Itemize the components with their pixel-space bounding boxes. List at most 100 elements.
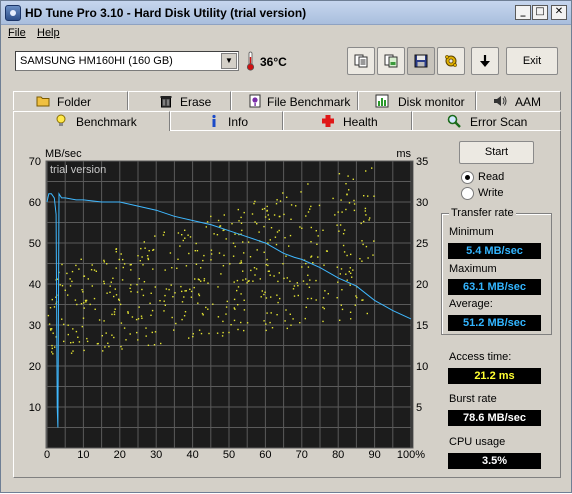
access-time-point xyxy=(151,309,154,312)
access-time-point xyxy=(145,335,147,337)
access-time-point xyxy=(106,292,108,294)
access-time-point xyxy=(198,293,200,295)
access-time-point xyxy=(283,277,285,280)
access-time-point xyxy=(47,314,50,317)
access-time-point xyxy=(222,265,225,267)
access-time-point xyxy=(340,304,342,306)
access-time-point xyxy=(98,319,101,321)
access-time-point xyxy=(315,279,317,282)
access-time-point xyxy=(289,313,291,315)
access-time-point xyxy=(243,309,246,311)
access-time-point xyxy=(150,314,152,316)
access-time-point xyxy=(113,336,115,339)
x-tick-label: 80 xyxy=(332,449,344,461)
access-time-point xyxy=(109,291,111,293)
access-time-point xyxy=(103,280,105,283)
access-time-point xyxy=(307,211,310,213)
access-time-point xyxy=(261,208,264,210)
app-window: HD Tune Pro 3.10 - Hard Disk Utility (tr… xyxy=(0,0,572,493)
access-time-point xyxy=(217,316,220,318)
access-time-point xyxy=(242,270,244,272)
access-time-point xyxy=(237,286,240,288)
access-time-point xyxy=(223,214,225,216)
access-time-point xyxy=(263,207,266,210)
access-time-point xyxy=(185,290,187,292)
access-time-point xyxy=(367,195,369,197)
access-time-point xyxy=(212,303,214,305)
access-time-point xyxy=(336,297,338,299)
access-time-point xyxy=(225,306,228,308)
access-time-point xyxy=(273,275,275,277)
access-time-point xyxy=(310,297,313,300)
access-time-point xyxy=(203,278,206,280)
access-time-point xyxy=(154,286,156,288)
x-tick-label: 40 xyxy=(186,449,198,461)
access-time-point xyxy=(353,209,356,212)
access-time-point xyxy=(277,280,279,283)
access-time-point xyxy=(273,214,276,216)
access-time-point xyxy=(351,276,353,278)
access-time-point xyxy=(139,260,141,262)
access-time-point xyxy=(80,258,82,260)
access-time-point xyxy=(151,331,153,334)
access-time-point xyxy=(277,301,279,304)
access-time-point xyxy=(67,333,69,336)
access-time-point xyxy=(230,324,232,326)
access-time-point xyxy=(342,244,345,247)
y-left-tick-label: 50 xyxy=(29,238,41,250)
tab-benchmark[interactable]: Benchmark xyxy=(13,111,170,131)
access-time-point xyxy=(350,272,352,274)
access-time-point xyxy=(152,268,154,270)
access-time-point xyxy=(96,343,99,345)
y-left-tick-label: 10 xyxy=(29,402,41,414)
access-time-point xyxy=(83,302,85,304)
access-time-point xyxy=(129,333,131,335)
access-time-point xyxy=(276,294,278,296)
access-time-point xyxy=(341,211,343,213)
y-right-tick-label: 5 xyxy=(416,402,422,414)
access-time-point xyxy=(337,281,339,283)
access-time-point xyxy=(51,298,53,301)
access-time-point xyxy=(352,269,354,271)
access-time-point xyxy=(137,318,140,320)
access-time-point xyxy=(278,229,280,232)
access-time-point xyxy=(267,264,269,267)
access-time-point xyxy=(243,329,245,332)
minimum-value: 5.4 MB/sec xyxy=(448,243,541,259)
access-time-point xyxy=(78,341,81,343)
access-time-point xyxy=(61,285,64,287)
access-time-point xyxy=(231,223,233,225)
access-time-point xyxy=(293,295,296,297)
access-time-point xyxy=(337,211,339,213)
access-time-point xyxy=(216,332,219,334)
minimum-label: Minimum xyxy=(449,226,494,238)
access-time-point xyxy=(152,249,154,251)
y-left-tick-label: 40 xyxy=(29,279,41,291)
start-button[interactable]: Start xyxy=(459,141,534,164)
access-time-point xyxy=(293,285,296,287)
access-time-point xyxy=(112,277,114,279)
access-time-point xyxy=(74,299,77,301)
access-time-point xyxy=(141,317,143,319)
access-time-point xyxy=(222,320,224,323)
access-time-point xyxy=(210,253,213,255)
write-radio[interactable] xyxy=(461,187,474,200)
access-time-point xyxy=(365,170,367,172)
access-time-point xyxy=(265,329,267,332)
access-time-point xyxy=(66,272,68,275)
access-time-point xyxy=(322,229,324,231)
access-time-point xyxy=(61,263,63,266)
read-radio[interactable] xyxy=(461,171,474,184)
access-time-point xyxy=(365,214,367,216)
access-time-point xyxy=(77,336,79,338)
access-time-point xyxy=(310,255,313,257)
access-time-point xyxy=(87,278,89,280)
access-time-point xyxy=(239,262,241,264)
y-left-tick-label: 60 xyxy=(29,197,41,209)
read-label: Read xyxy=(478,171,505,183)
access-time-point xyxy=(163,231,165,233)
access-time-point xyxy=(322,297,325,299)
access-time-point xyxy=(340,199,342,201)
access-time-point xyxy=(190,290,193,293)
access-time-point xyxy=(138,306,140,308)
